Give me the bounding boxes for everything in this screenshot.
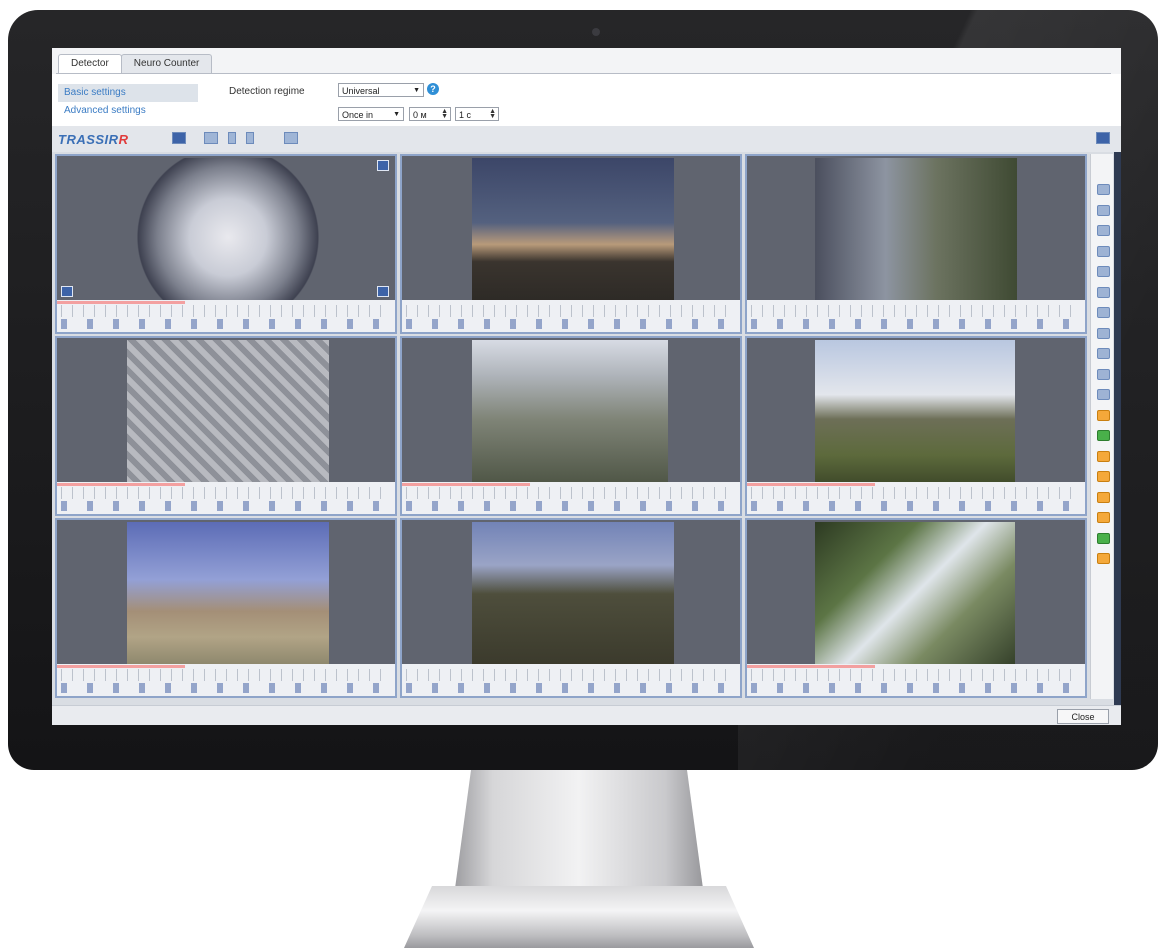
detection-regime-label: Detection regime [229,86,305,97]
camera-icon[interactable] [1096,132,1110,144]
alarm-device-icon[interactable] [1097,491,1110,503]
camera-timeline[interactable] [402,482,740,514]
nav-advanced-settings[interactable]: Advanced settings [58,102,198,120]
logo-accent: R [118,132,129,147]
camera-tile[interactable] [745,518,1087,698]
viewer-toolbar: TRASSIRR [52,126,1121,152]
monitor-icon[interactable] [204,132,218,144]
camera-device-icon[interactable] [1097,348,1110,359]
seconds-value: 1 с [459,110,472,120]
alarm-device-icon[interactable] [1097,553,1110,564]
camera-device-icon[interactable] [1097,184,1110,195]
camera-tile[interactable] [400,518,742,698]
ptz-icon[interactable] [61,286,73,297]
window-icon[interactable] [284,132,298,144]
help-icon[interactable]: ? [427,83,439,95]
interval-select[interactable]: Once in ▼ [338,107,404,121]
tab-bar: Detector Neuro Counter [58,54,213,74]
active-device-icon[interactable] [1097,430,1110,441]
zoom-icon[interactable] [377,286,389,297]
camera-feed [127,340,329,484]
camera-device-icon[interactable] [1097,286,1110,298]
camera-timeline[interactable] [57,664,395,696]
camera-device-icon[interactable] [1097,368,1110,380]
webcam-dot [592,28,600,36]
camera-tile[interactable] [400,154,742,334]
settings-nav: Basic settings Advanced settings [58,84,198,120]
interval-select-value: Once in [342,110,374,120]
regime-select-value: Universal [342,86,380,96]
camera-timeline[interactable] [747,300,1085,332]
camera-device-icon[interactable] [1097,307,1110,318]
alarm-device-icon[interactable] [1097,471,1110,482]
minutes-value: 0 м [413,110,427,120]
camera-tile[interactable] [55,154,397,334]
tab-detector[interactable]: Detector [58,54,122,74]
camera-timeline[interactable] [747,482,1085,514]
pen-icon[interactable] [246,132,254,144]
minutes-stepper[interactable]: 0 м ▲ ▼ [409,107,451,121]
alarm-device-icon[interactable] [1097,512,1110,523]
camera-feed [815,158,1017,302]
camera-tile[interactable] [400,336,742,516]
camera-viewer: TRASSIRR [52,126,1121,705]
camera-device-icon[interactable] [1097,204,1110,216]
seconds-stepper[interactable]: 1 с ▲ ▼ [455,107,499,121]
dialog-footer: Close [52,705,1121,725]
camera-tile[interactable] [745,154,1087,334]
camera-feed [472,158,674,302]
camera-feed [815,340,1015,484]
trassir-logo: TRASSIRR [58,132,128,147]
alarm-device-icon[interactable] [1097,409,1110,421]
camera-timeline[interactable] [402,300,740,332]
camera-grid [55,154,1087,699]
pause-icon[interactable] [228,132,236,144]
device-sidebar [1090,154,1113,699]
camera-tile[interactable] [55,336,397,516]
close-button[interactable]: Close [1057,709,1109,724]
camera-timeline[interactable] [57,300,395,332]
camera-timeline[interactable] [402,664,740,696]
monitor-stand-base [404,886,754,948]
camera-device-icon[interactable] [1097,327,1110,339]
alarm-device-icon[interactable] [1097,450,1110,462]
fullscreen-icon[interactable] [377,160,389,171]
camera-tile[interactable] [55,518,397,698]
chevron-down-icon: ▼ [413,87,420,94]
layout-icon[interactable] [172,132,186,144]
stepper-arrows-icon[interactable]: ▲ ▼ [441,108,448,120]
camera-feed [127,158,329,302]
camera-timeline[interactable] [57,482,395,514]
nav-basic-settings[interactable]: Basic settings [58,84,198,102]
scrollbar[interactable] [1114,152,1121,705]
stepper-arrows-icon[interactable]: ▲ ▼ [489,108,496,120]
camera-feed [472,340,668,484]
tab-neuro-counter[interactable]: Neuro Counter [120,54,213,73]
settings-panel: Basic settings Advanced settings Detecti… [52,74,1121,126]
active-device-icon[interactable] [1097,532,1110,544]
camera-feed [815,522,1015,666]
camera-device-icon[interactable] [1097,245,1110,257]
camera-device-icon[interactable] [1097,225,1110,236]
regime-select[interactable]: Universal ▼ [338,83,424,97]
camera-tile[interactable] [745,336,1087,516]
logo-text: TRASSIR [58,132,119,147]
chevron-down-icon: ▼ [393,111,400,118]
camera-timeline[interactable] [747,664,1085,696]
camera-feed [472,522,674,666]
camera-device-icon[interactable] [1097,266,1110,277]
screen: Detector Neuro Counter Basic settings Ad… [52,48,1121,725]
camera-feed [127,522,329,666]
monitor-stand-neck [454,770,704,890]
camera-device-icon[interactable] [1097,389,1110,400]
